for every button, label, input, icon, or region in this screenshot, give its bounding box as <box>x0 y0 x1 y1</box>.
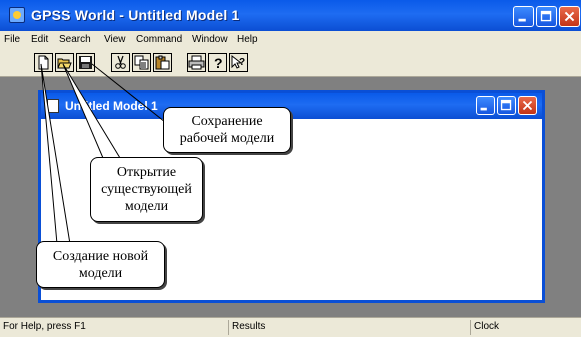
new-document-icon <box>38 55 49 70</box>
print-icon <box>188 55 205 70</box>
callout-line: Открытие <box>116 165 177 180</box>
title-bar[interactable]: GPSS World - Untitled Model 1 <box>0 0 581 31</box>
help-button[interactable]: ? <box>208 53 227 72</box>
child-close-button[interactable] <box>518 96 537 115</box>
save-button[interactable] <box>76 53 95 72</box>
callout-line: Создание новой <box>52 248 149 264</box>
callout-line: существующей <box>101 182 192 197</box>
status-divider <box>470 320 471 335</box>
context-help-icon: ? <box>231 54 245 69</box>
status-clock: Clock <box>474 321 500 332</box>
document-icon <box>47 99 59 113</box>
close-button[interactable] <box>559 6 580 27</box>
context-help-button[interactable]: ? <box>229 53 248 72</box>
menu-search[interactable]: Search <box>59 34 91 45</box>
paste-button[interactable] <box>153 53 172 72</box>
menu-bar: File Edit Search View Command Window Hel… <box>0 31 581 50</box>
create-model-callout: Создание новой модели <box>36 241 165 288</box>
status-help-text: For Help, press F1 <box>3 321 86 332</box>
menu-window[interactable]: Window <box>192 34 228 45</box>
model-window-title-bar[interactable]: Untitled Model 1 <box>41 93 542 119</box>
open-folder-icon <box>57 58 72 69</box>
app-window: GPSS World - Untitled Model 1 File Edit … <box>0 0 581 337</box>
cut-scissors-icon <box>115 55 126 69</box>
menu-view[interactable]: View <box>104 34 126 45</box>
menu-help[interactable]: Help <box>237 34 258 45</box>
open-button[interactable] <box>55 53 74 72</box>
save-floppy-icon <box>79 56 92 69</box>
callout-line: рабочей модели <box>179 131 275 146</box>
maximize-icon <box>540 10 552 22</box>
gpss-app-icon[interactable] <box>9 7 25 23</box>
new-button[interactable] <box>34 53 53 72</box>
copy-icon <box>134 55 149 70</box>
menu-edit[interactable]: Edit <box>31 34 48 45</box>
status-results: Results <box>232 321 266 332</box>
callout-line: Сохранение <box>191 114 263 129</box>
copy-button[interactable] <box>132 53 151 72</box>
open-model-callout: Открытие существующей модели <box>90 157 203 222</box>
cut-button[interactable] <box>111 53 130 72</box>
close-icon <box>564 11 575 22</box>
maximize-icon <box>500 99 512 111</box>
menu-command[interactable]: Command <box>136 34 182 45</box>
save-model-callout: Сохранение рабочей модели <box>163 107 291 153</box>
minimize-button[interactable] <box>513 6 534 27</box>
callout-line: модели <box>124 199 169 214</box>
status-bar: For Help, press F1 Results Clock <box>0 317 581 337</box>
minimize-icon <box>480 107 487 111</box>
window-title: GPSS World - Untitled Model 1 <box>31 7 240 23</box>
maximize-button[interactable] <box>536 6 557 27</box>
svg-text:?: ? <box>239 57 245 68</box>
model-window-title: Untitled Model 1 <box>65 99 158 113</box>
callout-line: модели <box>78 265 123 281</box>
status-divider <box>228 320 229 335</box>
toolbar: ? ? <box>0 50 581 77</box>
svg-text:?: ? <box>214 55 223 71</box>
close-icon <box>522 100 533 111</box>
print-button[interactable] <box>187 53 206 72</box>
menu-file[interactable]: File <box>4 34 20 45</box>
child-minimize-button[interactable] <box>476 96 495 115</box>
child-maximize-button[interactable] <box>497 96 516 115</box>
paste-icon <box>155 55 170 70</box>
minimize-icon <box>518 18 526 22</box>
help-icon: ? <box>214 55 223 71</box>
